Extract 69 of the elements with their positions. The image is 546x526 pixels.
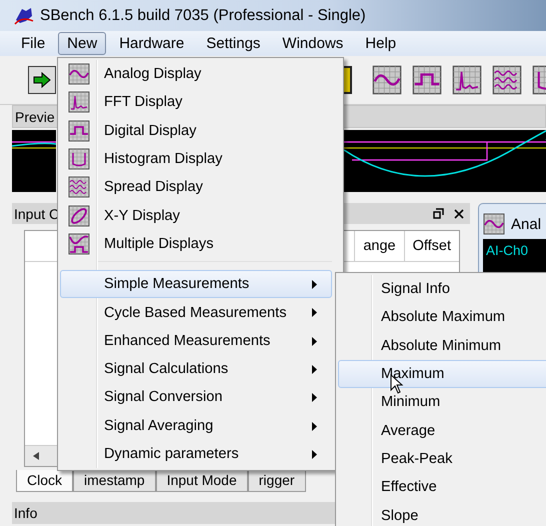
menu-item[interactable]: Absolute Maximum bbox=[338, 303, 546, 332]
menu-item[interactable]: Cycle Based Measurements bbox=[60, 298, 332, 327]
sine-wave-icon bbox=[372, 65, 402, 95]
submenu-arrow-icon bbox=[312, 280, 317, 290]
submenu-arrow-icon bbox=[312, 422, 317, 431]
tab[interactable]: imestamp bbox=[73, 470, 156, 492]
panel-title: Previe bbox=[15, 108, 55, 124]
menu-bar-item[interactable]: File bbox=[12, 32, 54, 55]
column-header[interactable]: ange bbox=[354, 231, 404, 261]
submenu-arrow-icon bbox=[312, 308, 317, 318]
sine-wave-icon bbox=[483, 213, 505, 235]
menu-item[interactable]: Analog Display bbox=[60, 60, 332, 88]
menu-item[interactable]: Signal Info bbox=[338, 275, 546, 304]
column-header[interactable]: Offset bbox=[404, 231, 459, 261]
close-icon[interactable] bbox=[454, 208, 464, 218]
toolbar-button[interactable] bbox=[492, 65, 522, 95]
pulse-icon bbox=[412, 65, 442, 95]
menu-item[interactable]: Digital Display bbox=[60, 116, 332, 145]
tab[interactable]: Input Mode bbox=[156, 470, 248, 492]
menu-item[interactable]: Peak-Peak bbox=[338, 444, 546, 474]
menu-item[interactable]: Simple Measurements bbox=[60, 270, 332, 298]
tab[interactable]: rigger bbox=[248, 470, 306, 492]
menu-item[interactable]: Histogram Display bbox=[60, 144, 332, 174]
arrow-icon bbox=[33, 72, 51, 88]
menu-bar-item[interactable]: Settings bbox=[197, 32, 270, 55]
submenu-arrow-icon bbox=[312, 450, 317, 459]
menu-bar-item[interactable]: Windows bbox=[273, 32, 352, 55]
menu-item[interactable]: Effective bbox=[338, 473, 546, 502]
start-button[interactable] bbox=[28, 66, 56, 94]
channel-label: AI-Ch0 bbox=[486, 243, 528, 258]
menu-item[interactable]: Signal Averaging bbox=[60, 412, 332, 440]
pulse-icon bbox=[68, 120, 90, 142]
submenu-arrow-icon bbox=[312, 393, 317, 402]
menu-item[interactable]: Signal Calculations bbox=[60, 354, 332, 384]
menu-bar-item[interactable]: Help bbox=[356, 32, 406, 55]
toolbar-button[interactable] bbox=[412, 65, 442, 95]
multi-wave-icon bbox=[492, 65, 522, 95]
menu-item[interactable]: Average bbox=[338, 416, 546, 445]
menu-bar-item[interactable]: New bbox=[58, 32, 106, 55]
menu-item[interactable]: Enhanced Measurements bbox=[60, 326, 332, 355]
panel-title: Info bbox=[14, 505, 38, 521]
menu-item[interactable]: Minimum bbox=[338, 388, 546, 416]
menu-item[interactable]: Signal Conversion bbox=[60, 383, 332, 412]
waveform-drawing bbox=[12, 130, 56, 192]
menu-bar-item[interactable]: Hardware bbox=[110, 32, 194, 55]
menu-item[interactable]: Absolute Minimum bbox=[338, 332, 546, 360]
panel-title: Anal bbox=[511, 216, 542, 232]
app-logo-icon bbox=[14, 6, 34, 26]
multi-wave-icon bbox=[68, 176, 90, 198]
histogram-icon bbox=[68, 148, 90, 170]
toolbar-button[interactable] bbox=[452, 65, 482, 95]
submenu-arrow-icon bbox=[312, 336, 317, 346]
tab[interactable]: Clock bbox=[16, 470, 74, 492]
toolbar-button[interactable] bbox=[372, 65, 402, 95]
multi-display-icon bbox=[68, 232, 90, 255]
restore-icon[interactable] bbox=[433, 208, 444, 219]
menu-item[interactable]: X-Y Display bbox=[60, 201, 332, 230]
menu-item[interactable]: FFT Display bbox=[60, 88, 332, 117]
menu-item[interactable]: Spread Display bbox=[60, 173, 332, 202]
spectrum-icon bbox=[452, 65, 482, 95]
submenu-arrow-icon bbox=[312, 364, 317, 374]
menu-item[interactable]: Maximum bbox=[338, 360, 546, 388]
sine-wave-icon bbox=[68, 63, 90, 86]
window-title: SBench 6.1.5 build 7035 (Professional - Single) bbox=[40, 6, 366, 24]
scroll-left-icon[interactable] bbox=[33, 452, 39, 460]
spectrum-icon bbox=[68, 91, 90, 114]
menu-item[interactable]: Slope bbox=[338, 501, 546, 526]
menu-item[interactable]: Dynamic parameters bbox=[60, 440, 332, 468]
menu-item[interactable]: Multiple Displays bbox=[60, 230, 332, 258]
